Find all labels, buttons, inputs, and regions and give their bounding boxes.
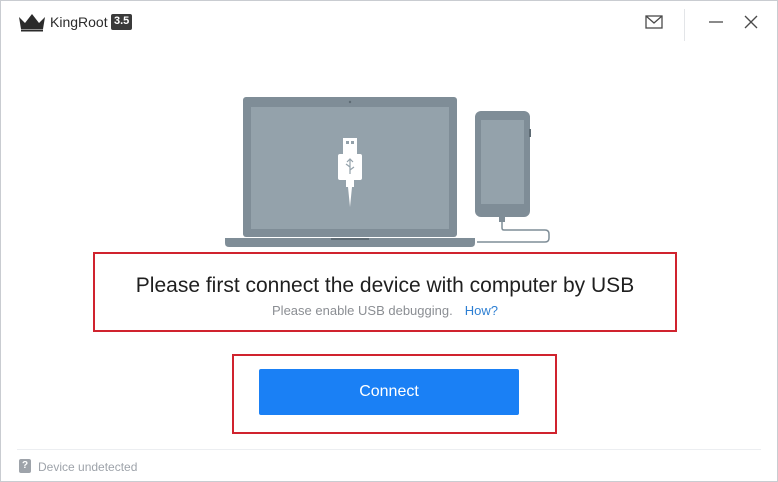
device-status: Device undetected [38, 460, 138, 474]
minimize-button[interactable] [701, 7, 731, 37]
status-divider [17, 449, 761, 450]
help-icon[interactable]: ? [19, 459, 31, 473]
instruction-title: Please first connect the device with com… [135, 274, 635, 297]
how-link[interactable]: How? [465, 303, 498, 318]
cable-icon [477, 217, 550, 243]
mail-icon [645, 15, 663, 29]
instruction-subtitle-row: Please enable USB debugging. How? [95, 303, 675, 318]
minimize-icon [709, 21, 723, 23]
connect-area: Connect [232, 354, 557, 434]
connect-instructions: Please first connect the device with com… [93, 252, 677, 332]
device-illustration [225, 97, 550, 247]
phone-icon [475, 111, 531, 217]
title-bar: KingRoot 3.5 [1, 1, 777, 43]
mail-button[interactable] [639, 7, 669, 37]
close-icon [744, 15, 758, 29]
instruction-subtitle: Please enable USB debugging. [272, 303, 453, 318]
app-window: KingRoot 3.5 Please first connect the de… [0, 0, 778, 482]
app-name: KingRoot [50, 14, 108, 30]
close-button[interactable] [736, 7, 766, 37]
titlebar-divider [684, 9, 685, 41]
connect-button[interactable]: Connect [259, 369, 519, 415]
crown-logo-icon [19, 14, 45, 32]
version-badge: 3.5 [111, 14, 133, 30]
